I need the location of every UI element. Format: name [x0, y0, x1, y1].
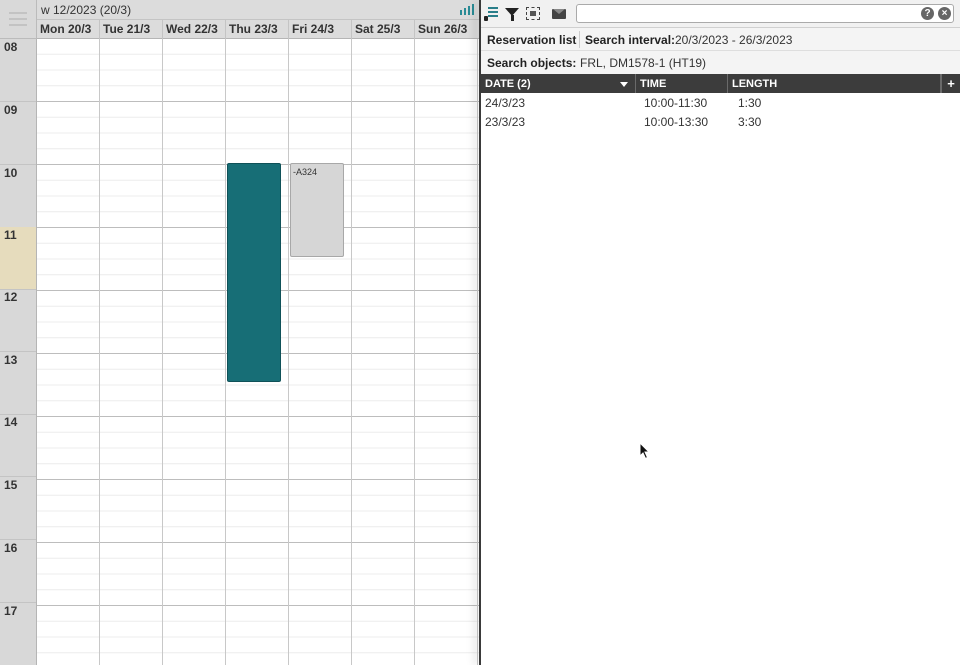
cell-date: 24/3/23 — [485, 96, 526, 110]
select-icon[interactable] — [526, 7, 540, 20]
sort-down-icon[interactable] — [620, 82, 628, 87]
day-header-row: Mon 20/3 Tue 21/3 Wed 22/3 Thu 23/3 Fri … — [37, 20, 479, 39]
reservation-block-thu[interactable] — [227, 163, 281, 382]
search-objects-label: Search objects: — [487, 56, 577, 70]
mouse-cursor-icon — [639, 442, 651, 460]
info-bar: Reservation list Search interval: 20/3/2… — [481, 28, 960, 51]
hour-label: 08 — [0, 39, 36, 102]
toolbar: ? × — [481, 0, 960, 28]
search-interval-value: 20/3/2023 - 26/3/2023 — [675, 33, 793, 47]
cell-date: 23/3/23 — [485, 115, 526, 129]
day-header-sun[interactable]: Sun 26/3 — [415, 20, 478, 39]
cell-time: 10:00-13:30 — [644, 115, 709, 129]
hour-label: 12 — [0, 289, 36, 352]
table-row[interactable]: 23/3/23 10:00-13:30 3:30 — [481, 112, 960, 131]
info-separator — [579, 31, 580, 48]
search-interval-label: Search interval: — [585, 33, 676, 47]
reservation-block-fri[interactable]: -A324 — [290, 163, 344, 257]
calendar-grid[interactable]: -A324 — [37, 39, 479, 665]
hour-label: 10 — [0, 165, 36, 228]
week-bar: w 12/2023 (20/3) — [37, 0, 479, 20]
cell-length: 3:30 — [738, 115, 762, 129]
day-header-sat[interactable]: Sat 25/3 — [352, 20, 415, 39]
week-label: w 12/2023 (20/3) — [41, 3, 132, 17]
day-header-mon[interactable]: Mon 20/3 — [37, 20, 100, 39]
day-header-wed[interactable]: Wed 22/3 — [163, 20, 226, 39]
hour-label: 16 — [0, 540, 36, 603]
help-icon[interactable]: ? — [921, 7, 934, 20]
reservation-label: -A324 — [293, 167, 318, 177]
week-calendar: w 12/2023 (20/3) Mon 20/3 Tue 21/3 Wed 2… — [0, 0, 479, 665]
column-header-time[interactable]: TIME — [636, 74, 728, 93]
day-header-thu[interactable]: Thu 23/3 — [226, 20, 289, 39]
hour-label: 13 — [0, 352, 36, 415]
table-header: DATE (2) TIME LENGTH + — [481, 74, 960, 93]
hour-label: 09 — [0, 102, 36, 165]
column-header-date[interactable]: DATE (2) — [481, 74, 636, 93]
hour-label: 17 — [0, 603, 36, 665]
cell-time: 10:00-11:30 — [644, 96, 708, 110]
hour-label: 14 — [0, 414, 36, 477]
table-row[interactable]: 24/3/23 10:00-11:30 1:30 — [481, 93, 960, 112]
list-icon[interactable] — [484, 5, 500, 21]
search-input[interactable] — [576, 4, 954, 23]
reservation-table-body: 24/3/23 10:00-11:30 1:30 23/3/23 10:00-1… — [481, 93, 960, 131]
panel-title: Reservation list — [487, 33, 577, 47]
day-header-tue[interactable]: Tue 21/3 — [100, 20, 163, 39]
menu-icon — [9, 12, 27, 30]
filter-icon-stem — [511, 15, 514, 21]
hour-column: 08 09 10 11 12 13 14 15 16 17 — [0, 39, 37, 665]
calendar-corner[interactable] — [0, 0, 37, 39]
add-column-button[interactable]: + — [941, 74, 960, 93]
bar-chart-icon[interactable] — [460, 4, 474, 15]
mail-icon[interactable] — [552, 9, 566, 19]
clear-icon[interactable]: × — [938, 7, 951, 20]
column-header-date-label: DATE (2) — [485, 78, 531, 90]
hour-label-current: 11 — [0, 227, 36, 290]
search-objects-value: FRL, DM1578-1 (HT19) — [580, 56, 707, 70]
hour-label: 15 — [0, 477, 36, 540]
day-header-fri[interactable]: Fri 24/3 — [289, 20, 352, 39]
search-objects-bar: Search objects: FRL, DM1578-1 (HT19) — [481, 51, 960, 74]
reservation-list-panel: ? × Reservation list Search interval: 20… — [481, 0, 960, 665]
cell-length: 1:30 — [738, 96, 762, 110]
column-header-length[interactable]: LENGTH — [728, 74, 941, 93]
